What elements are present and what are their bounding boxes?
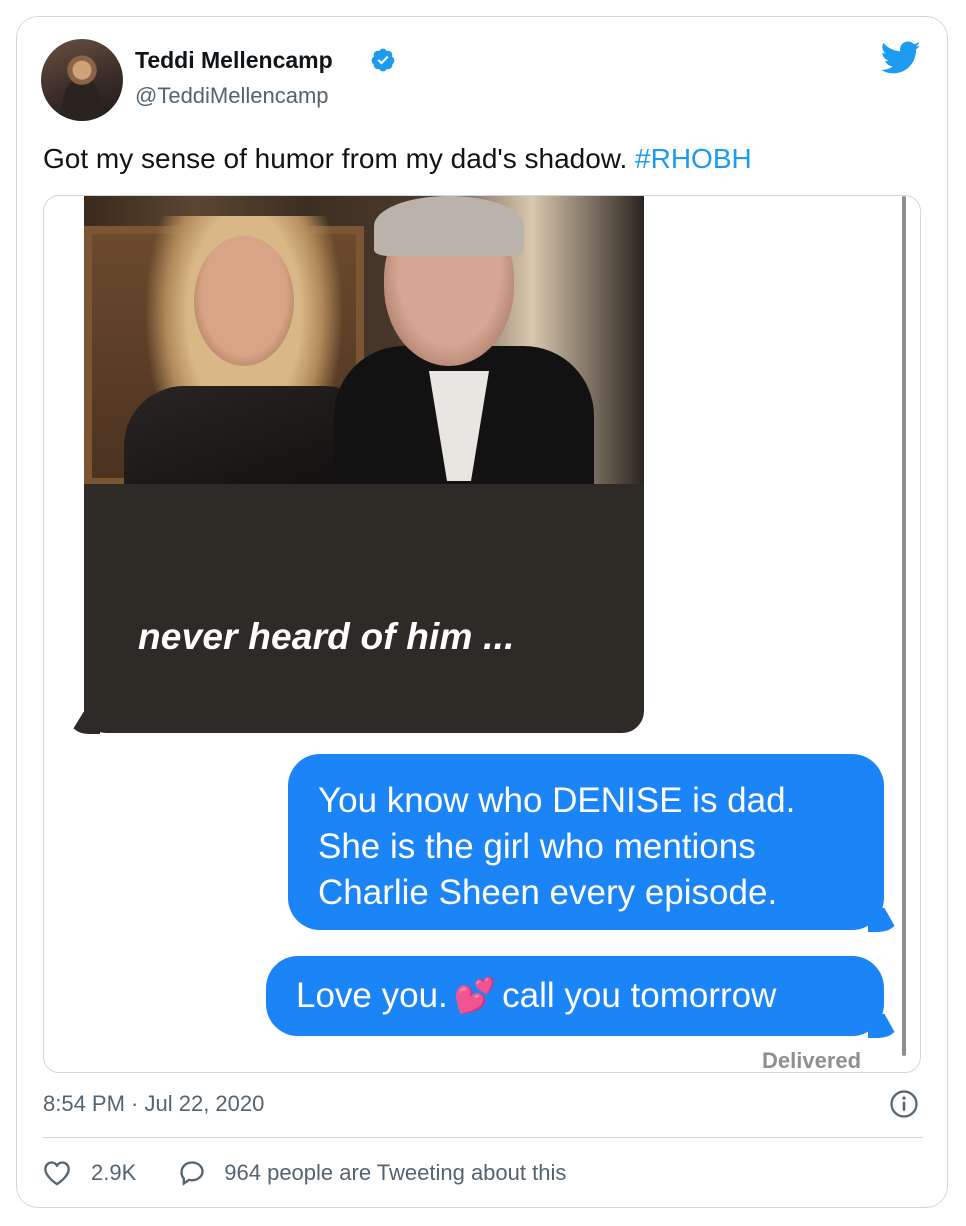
delivery-status: Delivered <box>762 1048 862 1073</box>
sent-message-bubble: You know who DENISE is dad. She is the g… <box>288 754 884 930</box>
photo-person-face <box>194 236 294 366</box>
scrollbar <box>902 196 906 1056</box>
author-display-name[interactable]: Teddi Mellencamp <box>135 47 333 74</box>
tweet-media[interactable]: never heard of him ... You know who DENI… <box>43 195 921 1073</box>
action-row: 2.9K 964 people are Tweeting about this <box>43 1157 566 1189</box>
bubble-tail <box>868 908 898 932</box>
sent-message-bubble-2: Love you. 💕 call you tomorrow <box>266 956 884 1036</box>
verified-badge-icon <box>371 48 395 72</box>
tweet-body: Got my sense of humor from my dad's shad… <box>43 143 628 174</box>
photo-person-hair-2 <box>374 196 524 256</box>
hashtag-link[interactable]: #RHOBH <box>635 143 752 174</box>
message-text: Love you. <box>296 976 448 1015</box>
message-text-2: call you tomorrow <box>502 976 777 1015</box>
divider <box>43 1137 923 1138</box>
photo-caption: never heard of him ... <box>138 616 515 657</box>
info-icon[interactable] <box>889 1089 919 1119</box>
tweet-card: Teddi Mellencamp @TeddiMellencamp Got my… <box>16 16 948 1208</box>
bubble-tail <box>70 712 100 734</box>
tweet-timestamp[interactable]: 8:54 PM · Jul 22, 2020 <box>43 1091 264 1117</box>
bubble-tail <box>868 1014 898 1038</box>
tweet-text: Got my sense of humor from my dad's shad… <box>43 143 752 175</box>
received-photo-bubble: never heard of him ... <box>70 196 644 734</box>
conversation-link[interactable]: 964 people are Tweeting about this <box>224 1160 566 1186</box>
heart-icon[interactable] <box>43 1160 71 1186</box>
like-count[interactable]: 2.9K <box>91 1160 136 1186</box>
speech-bubble-icon[interactable] <box>178 1159 206 1187</box>
twitter-bird-icon[interactable] <box>881 41 921 75</box>
photo <box>84 196 644 484</box>
two-hearts-icon: 💕 <box>453 977 497 1015</box>
avatar[interactable] <box>41 39 123 121</box>
author-handle[interactable]: @TeddiMellencamp <box>135 83 329 109</box>
